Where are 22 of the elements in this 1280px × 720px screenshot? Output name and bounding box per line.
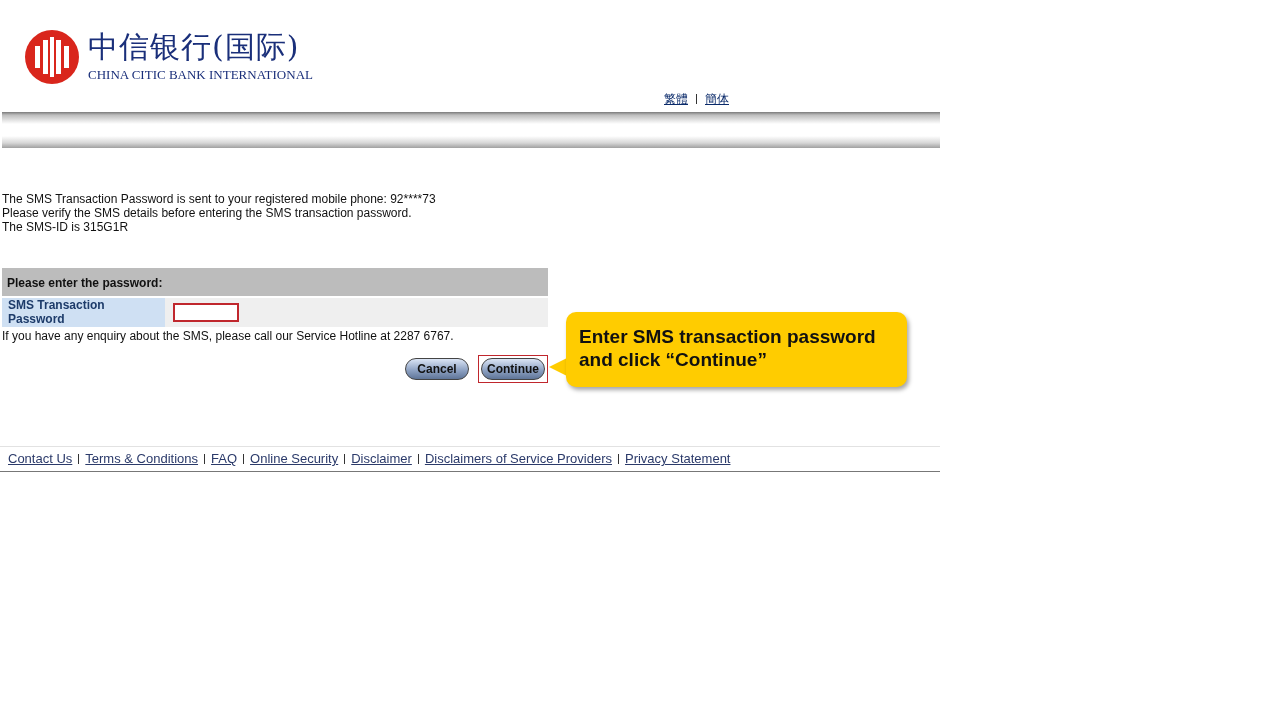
hotline-note: If you have any enquiry about the SMS, please call our Service Hotline at 2287 6767. (2, 329, 454, 343)
footer-link[interactable]: Privacy Statement (625, 449, 731, 469)
callout-text: Enter SMS transaction password and click “Continue” (566, 312, 907, 387)
info-text: The SMS-ID is 315G1R (2, 220, 130, 234)
footer-link[interactable]: Disclaimers of Service Providers (424, 449, 612, 469)
footer-link[interactable]: Contact Us (8, 449, 73, 469)
footer-link[interactable]: Online Security (250, 449, 339, 469)
info-text: The SMS Transaction Password is sent to your registered mobile phone: 92****73 (2, 192, 437, 206)
info-text: Please verify the SMS details before entering the SMS transaction password. (2, 206, 413, 220)
logo-english-text: CHINA CITIC BANK INTERNATIONAL (88, 67, 313, 83)
footer-link[interactable]: FAQ (211, 449, 238, 469)
language-link[interactable]: 繁體 (664, 90, 688, 108)
field-label: SMS Transaction Password (2, 298, 165, 327)
footer-link[interactable]: Terms & Conditions (85, 449, 199, 469)
logo-chinese-text: 中信银行(国际) (88, 31, 301, 63)
logo-icon (24, 29, 80, 85)
password-field[interactable] (173, 303, 239, 322)
action-button[interactable]: Continue (481, 358, 545, 380)
action-button[interactable]: Cancel (405, 358, 469, 380)
form-heading: Please enter the password: (2, 268, 548, 296)
footer-link[interactable]: Disclaimer (351, 449, 412, 469)
language-link[interactable]: 簡体 (705, 90, 729, 108)
